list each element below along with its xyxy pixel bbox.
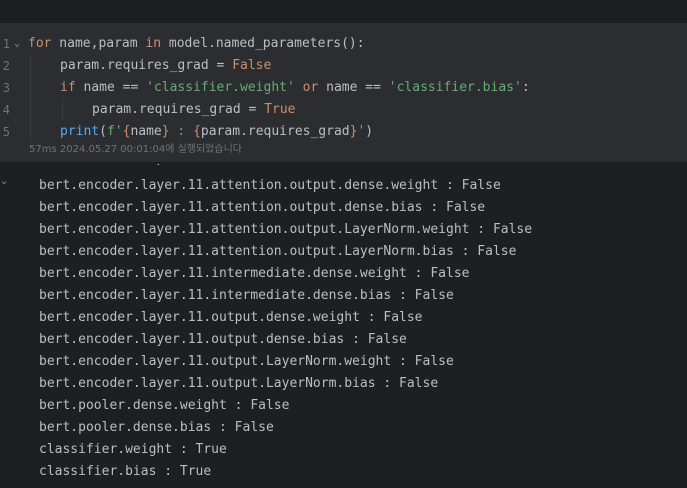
output-scrolled-line: bert.encoder.layer.11.attention.output.d… xyxy=(39,162,159,172)
output-line: bert.encoder.layer.11.attention.output.L… xyxy=(39,244,517,259)
output-line: bert.encoder.layer.11.intermediate.dense… xyxy=(39,266,470,281)
code-line[interactable]: 4 param.requires_grad = True xyxy=(0,99,687,121)
code-line[interactable]: 3 if name == 'classifier.weight' or name … xyxy=(0,77,687,99)
code-text: if name == 'classifier.weight' or name =… xyxy=(60,77,530,99)
code-token: } xyxy=(161,124,170,139)
line-number: 2 xyxy=(2,59,10,73)
output-line: bert.encoder.layer.11.attention.output.d… xyxy=(39,200,486,215)
code-line[interactable]: 2 param.requires_grad = False xyxy=(0,55,687,77)
output-collapse-icon[interactable]: ⌄ xyxy=(0,176,8,187)
line-number: 4 xyxy=(2,103,10,117)
code-token: in xyxy=(145,36,162,51)
code-token: { xyxy=(193,124,201,139)
code-text: for name,param in model.named_parameters… xyxy=(28,33,365,55)
code-token: ( xyxy=(99,124,107,139)
code-text: param.requires_grad = False xyxy=(60,55,271,77)
code-token: model.named_parameters(): xyxy=(161,36,365,51)
code-token: for xyxy=(28,36,52,51)
code-token: f' xyxy=(106,124,123,139)
code-line[interactable]: 5 print(f'{name} : {param.requires_grad}'… xyxy=(0,121,687,143)
output-line: bert.pooler.dense.bias : False xyxy=(39,420,274,435)
code-line[interactable]: 1 ⌄ for name,param in model.named_paramete… xyxy=(0,33,687,55)
notebook-view: 1 ⌄ for name,param in model.named_paramete… xyxy=(0,0,687,488)
code-token: name == xyxy=(318,80,389,95)
line-number: 1 xyxy=(2,37,10,51)
output-line: bert.encoder.layer.11.attention.output.L… xyxy=(39,222,533,237)
output-line: classifier.bias : True xyxy=(39,464,212,479)
code-token: or xyxy=(302,80,319,95)
code-token: 'classifier.weight' xyxy=(146,80,295,95)
output-line: bert.encoder.layer.11.output.dense.bias … xyxy=(39,332,407,347)
code-token: print xyxy=(60,124,100,139)
code-token: : xyxy=(169,124,194,139)
code-token: name,param xyxy=(51,36,146,51)
execution-status: 57ms 2024.05.27 00:01:04에 실행되었습니다 xyxy=(29,144,242,155)
output-line: bert.encoder.layer.11.output.dense.weigh… xyxy=(39,310,423,325)
code-token: param.requires_grad = xyxy=(92,102,265,117)
code-token: if xyxy=(60,80,76,95)
output-line: bert.pooler.dense.weight : False xyxy=(39,398,290,413)
code-token: True xyxy=(264,102,296,117)
code-token: : xyxy=(521,80,530,95)
output-line: bert.encoder.layer.11.output.LayerNorm.b… xyxy=(39,376,439,391)
code-token: param.requires_grad xyxy=(200,124,350,139)
code-text: print(f'{name} : {param.requires_grad}') xyxy=(60,121,373,143)
output-line: classifier.weight : True xyxy=(39,442,227,457)
code-token: ) xyxy=(365,124,374,139)
code-token: 'classifier.bias' xyxy=(388,80,522,95)
code-text: param.requires_grad = True xyxy=(92,99,296,121)
code-token: False xyxy=(232,58,272,73)
code-token: name xyxy=(130,124,162,139)
code-token: name == xyxy=(75,80,147,95)
line-number: 3 xyxy=(2,81,10,95)
output-line: bert.encoder.layer.11.output.LayerNorm.w… xyxy=(39,354,454,369)
code-token: param.requires_grad = xyxy=(60,58,233,73)
output-line: bert.encoder.layer.11.intermediate.dense… xyxy=(39,288,454,303)
chevron-down-icon[interactable]: ⌄ xyxy=(14,33,20,55)
output-line: bert.encoder.layer.11.attention.output.d… xyxy=(39,178,501,193)
line-number: 5 xyxy=(2,125,10,139)
output-line: bert.encoder.layer.11.attention.output.d… xyxy=(39,162,159,170)
